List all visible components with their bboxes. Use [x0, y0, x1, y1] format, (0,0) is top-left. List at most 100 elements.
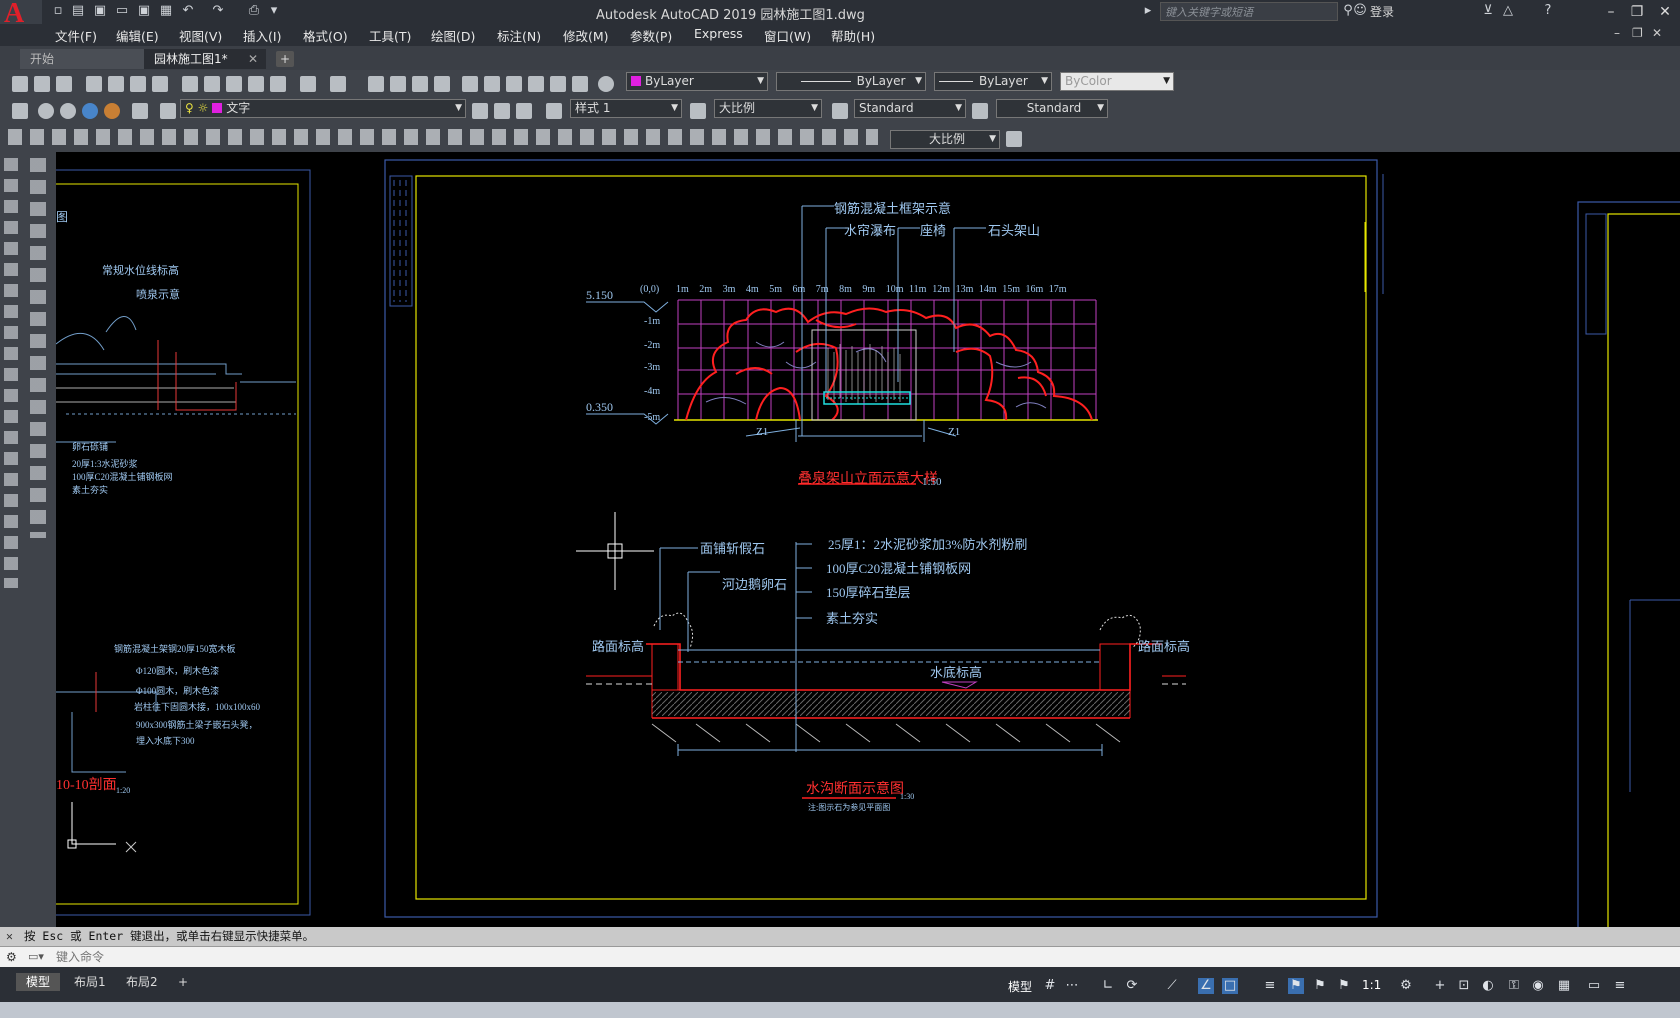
units-icon[interactable]: ⊡ [1456, 978, 1472, 994]
scale-dropdown[interactable]: 大比例 ▼ [890, 130, 1000, 149]
snap-icon[interactable]: ⋯ [1064, 978, 1080, 994]
realistic-icon[interactable] [82, 103, 98, 119]
tab-close-icon[interactable]: ✕ [248, 49, 258, 69]
menu-modify[interactable]: 修改(M) [563, 26, 609, 45]
help-toolbar-icon[interactable] [598, 76, 614, 92]
expand-arrow-icon[interactable]: ▸ [1140, 3, 1156, 19]
menu-view[interactable]: 视图(V) [179, 26, 222, 45]
markup-icon[interactable] [550, 76, 566, 92]
search-input[interactable]: 键入关键字或短语 [1160, 2, 1338, 21]
doc-close-icon[interactable]: ✕ [1652, 26, 1662, 40]
tab-drawing[interactable]: 园林施工图1* ✕ [144, 49, 266, 69]
doc-restore-icon[interactable]: ❐ [1632, 26, 1643, 40]
undo-toolbar-icon[interactable] [300, 76, 316, 92]
linetype-dropdown[interactable]: ByLayer ▼ [776, 72, 926, 91]
table-style-icon[interactable] [832, 103, 848, 119]
tab-start[interactable]: 开始 [20, 49, 150, 69]
hardware-acceleration-icon[interactable]: ▦ [1556, 978, 1572, 994]
layer-match-icon[interactable] [494, 103, 510, 119]
close-button[interactable]: ✕ [1652, 2, 1678, 22]
quick-properties-icon[interactable]: ◐ [1480, 978, 1496, 994]
redo-toolbar-icon[interactable] [330, 76, 346, 92]
menu-window[interactable]: 窗口(W) [764, 26, 811, 45]
snap-and-dim-icons[interactable] [8, 129, 878, 145]
wireframe-icon[interactable] [60, 103, 76, 119]
wrench-icon[interactable]: ⚙ [6, 950, 17, 964]
plot-toolbar-icon[interactable] [86, 76, 102, 92]
visual-style-icon[interactable] [38, 103, 54, 119]
make-current-icon[interactable] [472, 103, 488, 119]
drawing-canvas[interactable]: 钢筋混凝土框架示意 水帘瀑布 座椅 石头架山 5.150 0.350 Z1 Z1… [56, 152, 1680, 927]
table-style-dropdown[interactable]: Standard ▼ [854, 99, 966, 118]
minimize-button[interactable]: – [1598, 2, 1624, 22]
undo-icon[interactable]: ↶ [180, 3, 196, 19]
annotation-monitor-icon[interactable]: + [1432, 978, 1448, 994]
dim-style-icon[interactable] [690, 103, 706, 119]
isolate-objects-icon[interactable]: ◉ [1530, 978, 1546, 994]
text-style-dropdown[interactable]: 样式 1 ▼ [570, 99, 682, 118]
design-center-icon[interactable] [484, 76, 500, 92]
layer-iso-icon[interactable] [516, 103, 532, 119]
annotation-visibility-icon[interactable]: ⚑ [1288, 978, 1304, 994]
tool-palettes-icon[interactable] [506, 76, 522, 92]
menu-insert[interactable]: 插入(I) [243, 26, 281, 45]
close-cmd-icon[interactable]: ✕ [6, 927, 13, 946]
sheet-set-icon[interactable] [528, 76, 544, 92]
match-properties-icon[interactable] [248, 76, 264, 92]
workspace-gear-icon[interactable]: ⚙ [1398, 978, 1414, 994]
modify-tool-icons[interactable] [30, 158, 46, 538]
folder-icon[interactable]: ▭ [114, 3, 130, 19]
tab-model[interactable]: 模型 [16, 973, 61, 991]
grid-icon[interactable]: # [1042, 978, 1058, 994]
lock-ui-icon[interactable]: ⚿ [1506, 978, 1522, 994]
menu-parametric[interactable]: 参数(P) [630, 26, 672, 45]
tab-layout2[interactable]: 布局2 [116, 973, 168, 991]
zoom-window-icon[interactable] [412, 76, 428, 92]
clean-screen-icon[interactable]: ▭ [1586, 978, 1602, 994]
color-dropdown[interactable]: ByLayer ▼ [626, 72, 768, 91]
dim-style-dropdown[interactable]: 大比例 ▼ [714, 99, 822, 118]
lineweight-icon[interactable]: ≡ [1262, 978, 1278, 994]
dim-update-icon[interactable] [1006, 131, 1022, 147]
polar-icon[interactable]: ⟳ [1124, 978, 1140, 994]
publish-icon[interactable] [130, 76, 146, 92]
save-toolbar-icon[interactable] [56, 76, 72, 92]
calculator-icon[interactable] [572, 76, 588, 92]
zoom-previous-icon[interactable] [434, 76, 450, 92]
new-tab-button[interactable]: + [276, 51, 294, 67]
properties-icon[interactable] [462, 76, 478, 92]
preview-icon[interactable] [108, 76, 124, 92]
print-icon[interactable]: ⎙ [246, 3, 262, 19]
tab-layout1[interactable]: 布局1 [64, 973, 116, 991]
layer-state-icon[interactable] [160, 103, 176, 119]
conceptual-icon[interactable] [104, 103, 120, 119]
ortho-icon[interactable]: ∟ [1100, 978, 1116, 994]
scale-readout[interactable]: 1:1 [1362, 978, 1381, 992]
annotation-scale-icon[interactable]: ⚑ [1336, 978, 1352, 994]
3d-print-icon[interactable] [152, 76, 168, 92]
menu-edit[interactable]: 编辑(E) [116, 26, 159, 45]
osnap-icon[interactable]: □ [1222, 978, 1238, 994]
model-space-button[interactable]: 模型 [1008, 978, 1032, 995]
autodesk-app-icon[interactable]: △ [1500, 3, 1516, 19]
menu-express[interactable]: Express [694, 26, 743, 41]
osnap-tracking-icon[interactable]: ∠ [1198, 978, 1214, 994]
plot-icon[interactable]: ▦ [158, 3, 174, 19]
menu-dimension[interactable]: 标注(N) [497, 26, 541, 45]
qat-dropdown-icon[interactable]: ▾ [266, 3, 282, 19]
add-layout-button[interactable]: + [168, 973, 198, 991]
layer-previous-icon[interactable] [132, 103, 148, 119]
paste-icon[interactable] [226, 76, 242, 92]
cut-icon[interactable] [182, 76, 198, 92]
qnew-icon[interactable] [12, 76, 28, 92]
text-style-icon[interactable] [546, 103, 562, 119]
layer-properties-icon[interactable] [12, 103, 28, 119]
layer-dropdown[interactable]: ♀ ☼ 文字 ▼ [180, 99, 466, 118]
lineweight-dropdown[interactable]: ByLayer ▼ [934, 72, 1052, 91]
cart-icon[interactable]: ⊻ [1480, 3, 1496, 19]
open-icon[interactable] [34, 76, 50, 92]
help-icon[interactable]: ? [1540, 3, 1556, 19]
isodraft-icon[interactable]: ⟋ [1164, 978, 1180, 994]
restore-button[interactable]: ❐ [1624, 2, 1650, 22]
customization-icon[interactable]: ≡ [1612, 978, 1628, 994]
